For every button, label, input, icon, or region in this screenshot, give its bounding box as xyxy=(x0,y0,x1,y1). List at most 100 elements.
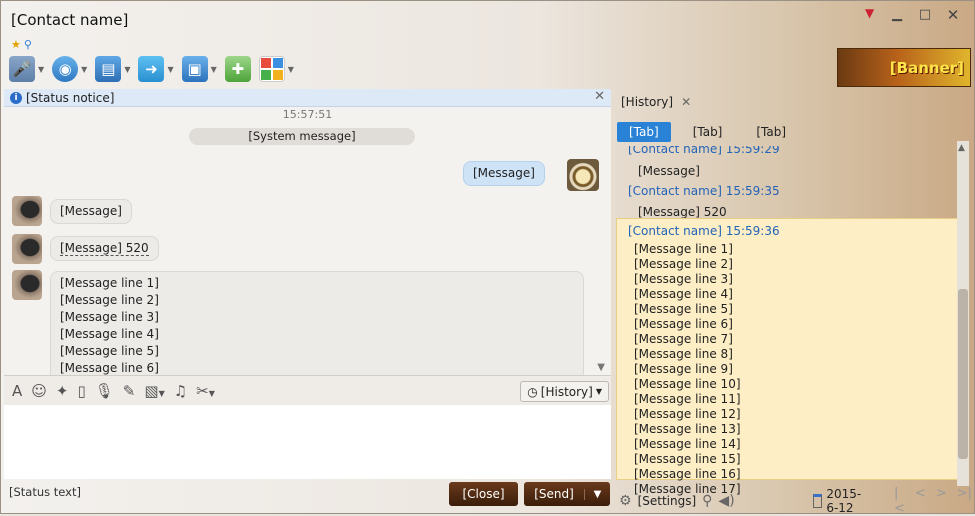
screen-share-button[interactable]: ▤ ▼ xyxy=(95,56,130,82)
chat-toolbar: 🎤 ▼ ◉ ▼ ▤ ▼ ➜ ▼ ▣ ▼ ✚ ▼ xyxy=(9,56,294,82)
tab-history-label: [History] xyxy=(621,95,674,109)
game-ad-banner[interactable]: [Banner] xyxy=(837,48,971,87)
close-window-button[interactable]: ✕ xyxy=(940,5,966,25)
record-line: [Message line 7] xyxy=(634,332,733,346)
chevron-down-icon[interactable]: ▼ xyxy=(211,65,217,74)
screenshot-icon[interactable]: ✂▼ xyxy=(196,382,215,400)
search-icon[interactable]: ⚲ xyxy=(702,493,712,509)
status-icon[interactable]: ⚲ xyxy=(24,38,32,51)
clock-icon: ◷ xyxy=(527,384,538,399)
message-line: [Message line 2] xyxy=(60,293,159,307)
invite-button[interactable]: ✚ xyxy=(224,56,251,82)
speaker-icon[interactable]: ◀) xyxy=(718,493,734,509)
apps-button[interactable]: ▼ xyxy=(258,56,294,82)
message-bubble-them: [Message] xyxy=(50,199,132,224)
record-line: [Message line 1] xyxy=(634,242,733,256)
scroll-up-icon[interactable]: ▲ xyxy=(958,143,965,153)
message-line: [Message line 3] xyxy=(60,310,159,324)
send-button[interactable]: [Send] xyxy=(524,487,584,501)
close-button[interactable]: [Close] xyxy=(449,482,518,506)
next-page-button[interactable]: > xyxy=(936,486,947,516)
avatar[interactable] xyxy=(567,159,599,191)
message-input[interactable] xyxy=(4,405,611,479)
font-icon[interactable]: A xyxy=(12,382,22,400)
minimize-button[interactable]: ▁ xyxy=(884,5,910,25)
pin-icon[interactable]: ▼ xyxy=(865,6,874,20)
chevron-down-icon[interactable]: ▼ xyxy=(124,65,130,74)
filter-images[interactable]: [Tab] xyxy=(681,122,735,142)
close-icon[interactable]: ✕ xyxy=(594,89,605,104)
camera-icon: ◉ xyxy=(52,56,79,82)
record-body: [Message] xyxy=(638,164,700,178)
settings-label[interactable]: [Settings] xyxy=(638,494,697,508)
history-scrollbar[interactable]: ▲ xyxy=(957,141,969,486)
record-line: [Message line 10] xyxy=(634,377,741,391)
file-transfer-button[interactable]: ➜ ▼ xyxy=(138,56,174,82)
edit-icon[interactable]: ✎ xyxy=(123,382,136,400)
emoji-icon[interactable]: ☺ xyxy=(31,382,47,400)
record-header: [Contact name] 15:59:35 xyxy=(628,184,780,198)
maximize-button[interactable]: □ xyxy=(912,5,938,25)
filter-files[interactable]: [Tab] xyxy=(744,122,798,142)
shake-icon[interactable]: ▯ xyxy=(77,382,85,400)
scroll-down-icon[interactable]: ▼ xyxy=(597,362,605,373)
away-status-text: [Status notice] xyxy=(26,90,115,105)
avatar[interactable] xyxy=(12,196,42,226)
record-line: [Message line 3] xyxy=(634,272,733,286)
window-title: [Contact name] xyxy=(11,11,129,29)
history-button[interactable]: ◷ [History] ▼ xyxy=(520,381,609,402)
record-line: [Message line 14] xyxy=(634,437,741,451)
chat-window: [Contact name] ★ ⚲ ▼ ▁ □ ✕ 🎤 ▼ ◉ ▼ ▤ ▼ ➜… xyxy=(0,0,975,516)
prev-page-button[interactable]: < xyxy=(915,486,926,516)
record-line: [Message line 2] xyxy=(634,257,733,271)
calendar-icon xyxy=(812,494,823,508)
image-icon[interactable]: ▧▼ xyxy=(144,382,164,400)
file-transfer-icon: ➜ xyxy=(138,56,165,82)
chevron-down-icon[interactable]: ▼ xyxy=(288,65,294,74)
gear-icon[interactable]: ⚙ xyxy=(619,493,632,509)
filter-all[interactable]: [Tab] xyxy=(617,122,671,142)
first-page-button[interactable]: |< xyxy=(894,486,905,516)
close-icon[interactable]: ✕ xyxy=(681,95,691,109)
chevron-down-icon[interactable]: ▼ xyxy=(81,65,87,74)
window-controls: ▁ □ ✕ xyxy=(884,5,966,25)
tab-history[interactable]: [History] ✕ xyxy=(621,95,691,109)
record-pager: |< < > >| xyxy=(894,486,972,516)
record-line: [Message line 5] xyxy=(634,302,733,316)
record-line: [Message line 16] xyxy=(634,467,741,481)
message-line: [Message line 4] xyxy=(60,327,159,341)
date-picker[interactable]: 2015-6-12 xyxy=(812,487,866,515)
history-panel: [History] ✕ [Tab] [Tab] [Tab] [Contact n… xyxy=(613,90,972,496)
record-line: [Message line 9] xyxy=(634,362,733,376)
remote-desktop-button[interactable]: ▣ ▼ xyxy=(181,56,217,82)
message-line: [Message line 1] xyxy=(60,276,159,290)
star-icon[interactable]: ★ xyxy=(11,38,21,51)
status-text: [Status text] xyxy=(9,485,81,499)
history-button-label: [History] xyxy=(540,384,593,399)
message-text: [Message] 520 xyxy=(60,241,149,256)
record-body: [Message line 1] [Message line 2] [Messa… xyxy=(634,242,952,497)
magic-icon[interactable]: ✦ xyxy=(56,382,69,400)
remote-desktop-icon: ▣ xyxy=(181,56,208,82)
music-icon[interactable]: ♫ xyxy=(174,382,187,400)
last-page-button[interactable]: >| xyxy=(957,486,972,516)
date-label: 2015-6-12 xyxy=(826,487,862,515)
record-line: [Message line 11] xyxy=(634,392,741,406)
record-line: [Message line 13] xyxy=(634,422,741,436)
record-header: [Contact name] 15:59:29 xyxy=(628,146,780,156)
voice-call-button[interactable]: 🎤 ▼ xyxy=(9,56,44,82)
video-call-button[interactable]: ◉ ▼ xyxy=(52,56,87,82)
record-line: [Message line 8] xyxy=(634,347,733,361)
chevron-down-icon: ▼ xyxy=(595,387,602,396)
history-filter-tabs: [Tab] [Tab] [Tab] xyxy=(617,122,798,142)
send-options-dropdown[interactable]: ▼ xyxy=(584,488,610,500)
avatar[interactable] xyxy=(12,234,42,264)
chevron-down-icon[interactable]: ▼ xyxy=(38,65,44,74)
message-bubble-them: [Message] 520 xyxy=(50,236,159,261)
history-bottom-bar: ⚙ [Settings] ⚲ ◀) 2015-6-12 |< < > >| xyxy=(613,486,972,516)
scrollbar-thumb[interactable] xyxy=(958,289,968,459)
voice-message-icon[interactable]: 🎙 xyxy=(95,382,114,400)
message-list[interactable]: 15:57:51 [System message] [Message] [Mes… xyxy=(4,107,611,375)
chevron-down-icon[interactable]: ▼ xyxy=(167,65,173,74)
avatar[interactable] xyxy=(12,270,42,300)
